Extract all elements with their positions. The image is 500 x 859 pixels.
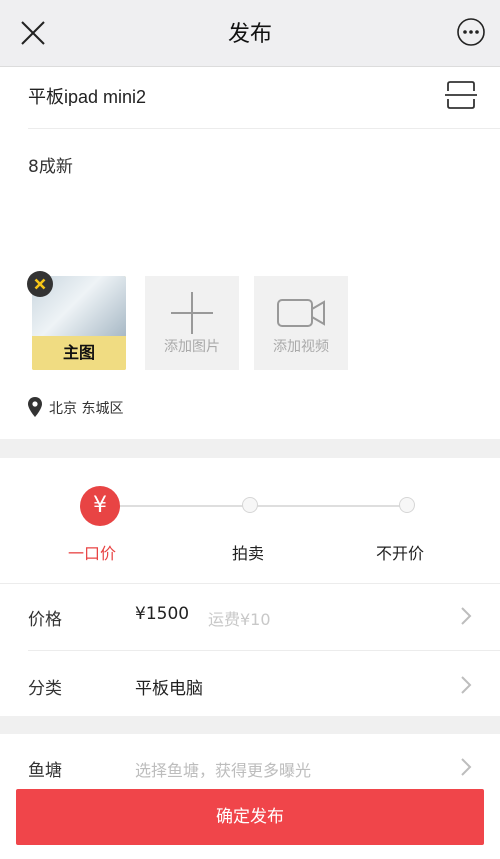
chevron-right-icon — [461, 676, 472, 694]
category-label: 分类 — [28, 679, 62, 699]
top-bar: 发布 — [0, 0, 500, 67]
chevron-right-icon — [461, 607, 472, 625]
remove-icon — [34, 278, 46, 290]
item-info-card — [0, 67, 500, 439]
price-type-noprice-label[interactable]: 不开价 — [376, 540, 424, 564]
add-video-label: 添加视频 — [273, 339, 329, 355]
price-type-noprice-selector[interactable] — [399, 497, 415, 513]
price-type-fixed-selector[interactable]: ¥ — [80, 486, 120, 526]
video-camera-icon — [277, 299, 325, 327]
pond-placeholder: 选择鱼塘，获得更多曝光 — [135, 761, 312, 780]
scan-icon — [445, 81, 477, 109]
price-value: ¥1500 — [135, 604, 190, 624]
more-button[interactable] — [456, 17, 486, 47]
price-type-auction-selector[interactable] — [242, 497, 258, 513]
category-row[interactable] — [0, 651, 500, 716]
chevron-right-icon — [461, 758, 472, 776]
divider — [28, 128, 500, 129]
item-description[interactable]: 8成新 — [28, 152, 73, 177]
scan-button[interactable] — [444, 79, 478, 111]
price-label: 价格 — [28, 610, 62, 630]
more-icon — [457, 18, 485, 46]
page-title: 发布 — [227, 22, 272, 47]
location-pin-icon — [28, 397, 42, 417]
add-video-button[interactable]: 添加视频 — [254, 276, 348, 370]
cover-label: 主图 — [32, 336, 126, 370]
shipping-fee: 运费¥10 — [208, 610, 271, 629]
pond-label: 鱼塘 — [28, 761, 62, 781]
publish-button[interactable]: 确定发布 — [16, 789, 484, 845]
price-type-auction-label[interactable]: 拍卖 — [232, 540, 264, 564]
price-type-fixed-label[interactable]: 一口价 — [68, 540, 116, 564]
plus-icon — [171, 292, 213, 334]
remove-photo-button[interactable] — [27, 271, 53, 297]
category-value: 平板电脑 — [135, 679, 203, 699]
item-title-input[interactable] — [28, 85, 438, 106]
add-photo-button[interactable]: 添加图片 — [145, 276, 239, 370]
add-photo-label: 添加图片 — [164, 339, 220, 355]
location-text[interactable]: 北京 东城区 — [49, 398, 123, 418]
